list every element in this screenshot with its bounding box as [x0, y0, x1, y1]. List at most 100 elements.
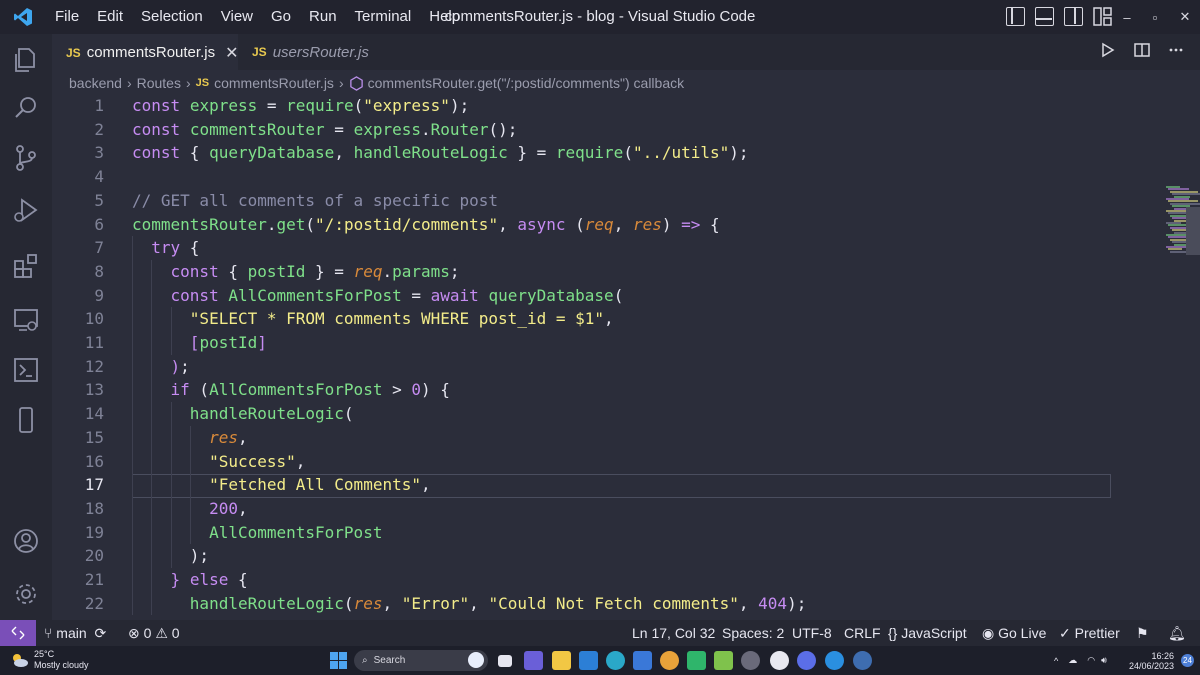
close-tab-icon[interactable]: ✕: [225, 43, 238, 63]
menu-view[interactable]: View: [212, 0, 262, 34]
split-editor-icon[interactable]: [1134, 42, 1150, 58]
taskbar-search[interactable]: ⌕ Search: [354, 650, 488, 671]
code-line[interactable]: 16 "Success",: [52, 450, 1112, 474]
code-token: const: [132, 143, 181, 163]
code-line[interactable]: 3 const { queryDatabase, handleRouteLogic…: [52, 141, 1112, 165]
code-line[interactable]: 1 const express = require("express");: [52, 94, 1112, 118]
terminal-icon[interactable]: [0, 346, 52, 394]
breadcrumb-item[interactable]: backend: [69, 75, 122, 91]
problems-indicator[interactable]: ⊗ 0 ⚠ 0: [128, 620, 180, 646]
onedrive-icon[interactable]: ☁: [1068, 655, 1077, 666]
settings-gear-icon[interactable]: [0, 570, 52, 618]
code-text: if (AllCommentsForPost > 0) {: [132, 378, 450, 402]
toggle-primary-sidebar-icon[interactable]: [1006, 7, 1025, 26]
breadcrumb-item[interactable]: commentsRouter.get("/:postid/comments") …: [368, 75, 685, 91]
close-window-button[interactable]: ✕: [1170, 0, 1200, 34]
remote-indicator-icon[interactable]: [0, 620, 36, 646]
code-token: "SELECT * FROM comments WHERE post_id = …: [189, 309, 605, 329]
end-of-line[interactable]: CRLF: [844, 620, 881, 646]
code-line[interactable]: 20 );: [52, 544, 1112, 568]
toggle-panel-icon[interactable]: [1035, 7, 1054, 26]
code-line[interactable]: 4: [52, 165, 1112, 189]
weather-widget[interactable]: 25°C Mostly cloudy: [10, 649, 89, 671]
code-line[interactable]: 10 "SELECT * FROM comments WHERE post_id…: [52, 307, 1112, 331]
run-debug-icon[interactable]: [0, 186, 52, 234]
run-file-icon[interactable]: [1100, 42, 1116, 58]
sync-icon[interactable]: ⟳: [95, 625, 107, 641]
code-line[interactable]: 13 if (AllCommentsForPost > 0) {: [52, 378, 1112, 402]
vscode-logo-icon[interactable]: [0, 0, 46, 34]
notifications-bell-icon[interactable]: 🔔︎: [1168, 620, 1186, 646]
tab-users-router[interactable]: JS usersRouter.js: [238, 34, 388, 70]
code-line[interactable]: 14 handleRouteLogic(: [52, 402, 1112, 426]
notepad-icon[interactable]: [714, 651, 733, 670]
code-line[interactable]: 6 commentsRouter.get("/:postid/comments",…: [52, 213, 1112, 237]
remote-explorer-icon[interactable]: [0, 296, 52, 344]
encoding[interactable]: UTF-8: [792, 620, 832, 646]
search-icon[interactable]: [0, 84, 52, 132]
volume-icon[interactable]: 🔊︎: [1101, 655, 1107, 666]
code-line[interactable]: 5 // GET all comments of a specific post: [52, 189, 1112, 213]
device-icon[interactable]: [0, 396, 52, 444]
customize-layout-icon[interactable]: [1093, 7, 1112, 26]
cursor-position[interactable]: Ln 17, Col 32: [632, 620, 715, 646]
language-mode[interactable]: {} JavaScript: [888, 620, 967, 646]
more-actions-icon[interactable]: [1168, 42, 1184, 58]
code-line[interactable]: 18 200,: [52, 497, 1112, 521]
source-control-icon[interactable]: [0, 134, 52, 182]
postgres-icon[interactable]: [853, 651, 872, 670]
code-line[interactable]: 2 const commentsRouter = express.Router()…: [52, 118, 1112, 142]
chrome-icon[interactable]: [660, 651, 679, 670]
app-icon[interactable]: [687, 651, 706, 670]
breadcrumb-item[interactable]: Routes: [137, 75, 181, 91]
vertical-scrollbar[interactable]: [1186, 207, 1200, 255]
circle-app-icon[interactable]: [770, 651, 789, 670]
restore-button[interactable]: ▫: [1140, 0, 1170, 34]
breadcrumb-item[interactable]: commentsRouter.js: [214, 75, 334, 91]
explorer-icon[interactable]: [0, 36, 52, 84]
menu-go[interactable]: Go: [262, 0, 300, 34]
code-line[interactable]: 17 "Fetched All Comments",: [52, 473, 1112, 497]
notification-badge[interactable]: 24: [1181, 654, 1194, 667]
code-line[interactable]: 22 handleRouteLogic(res, "Error", "Could…: [52, 592, 1112, 616]
wifi-icon[interactable]: ◠: [1087, 655, 1095, 666]
code-line[interactable]: 7 try {: [52, 236, 1112, 260]
code-line[interactable]: 19 AllCommentsForPost: [52, 521, 1112, 545]
github-icon[interactable]: [741, 651, 760, 670]
teams-chat-icon[interactable]: [524, 651, 543, 670]
indentation[interactable]: Spaces: 2: [722, 620, 784, 646]
code-line[interactable]: 12 );: [52, 355, 1112, 379]
minimize-button[interactable]: –: [1112, 0, 1142, 34]
tab-comments-router[interactable]: JS commentsRouter.js ✕: [52, 34, 238, 70]
code-line[interactable]: 8 const { postId } = req.params;: [52, 260, 1112, 284]
docker-icon[interactable]: [825, 651, 844, 670]
branch-indicator[interactable]: ⑂ main ⟳: [44, 620, 106, 646]
task-view-icon[interactable]: [498, 655, 512, 667]
go-live-button[interactable]: ◉ Go Live: [982, 620, 1046, 646]
chevron-up-icon[interactable]: ^: [1054, 656, 1058, 666]
prettier-button[interactable]: ✓ Prettier: [1059, 620, 1120, 646]
edge-browser-icon[interactable]: [606, 651, 625, 670]
code-line[interactable]: 15 res,: [52, 426, 1112, 450]
account-icon[interactable]: [0, 517, 52, 565]
toggle-secondary-sidebar-icon[interactable]: [1064, 7, 1083, 26]
menu-terminal[interactable]: Terminal: [346, 0, 421, 34]
discord-icon[interactable]: [797, 651, 816, 670]
windows-start-icon[interactable]: [329, 651, 348, 670]
menu-run[interactable]: Run: [300, 0, 346, 34]
menu-selection[interactable]: Selection: [132, 0, 212, 34]
code-line[interactable]: 21 } else {: [52, 568, 1112, 592]
code-editor[interactable]: 1 const express = require("express"); 2 con…: [52, 94, 1200, 620]
feedback-icon[interactable]: ⚑: [1136, 620, 1149, 646]
menu-edit[interactable]: Edit: [88, 0, 132, 34]
extensions-icon[interactable]: [0, 242, 52, 290]
app-icon[interactable]: [633, 651, 652, 670]
vscode-taskbar-icon[interactable]: [579, 651, 598, 670]
clock[interactable]: 16:26 24/06/2023: [1129, 651, 1174, 671]
file-explorer-icon[interactable]: [552, 651, 571, 670]
code-line[interactable]: 9 const AllCommentsForPost = await query…: [52, 284, 1112, 308]
menu-help[interactable]: Help: [420, 0, 469, 34]
menu-file[interactable]: File: [46, 0, 88, 34]
code-line[interactable]: 11 [postId]: [52, 331, 1112, 355]
